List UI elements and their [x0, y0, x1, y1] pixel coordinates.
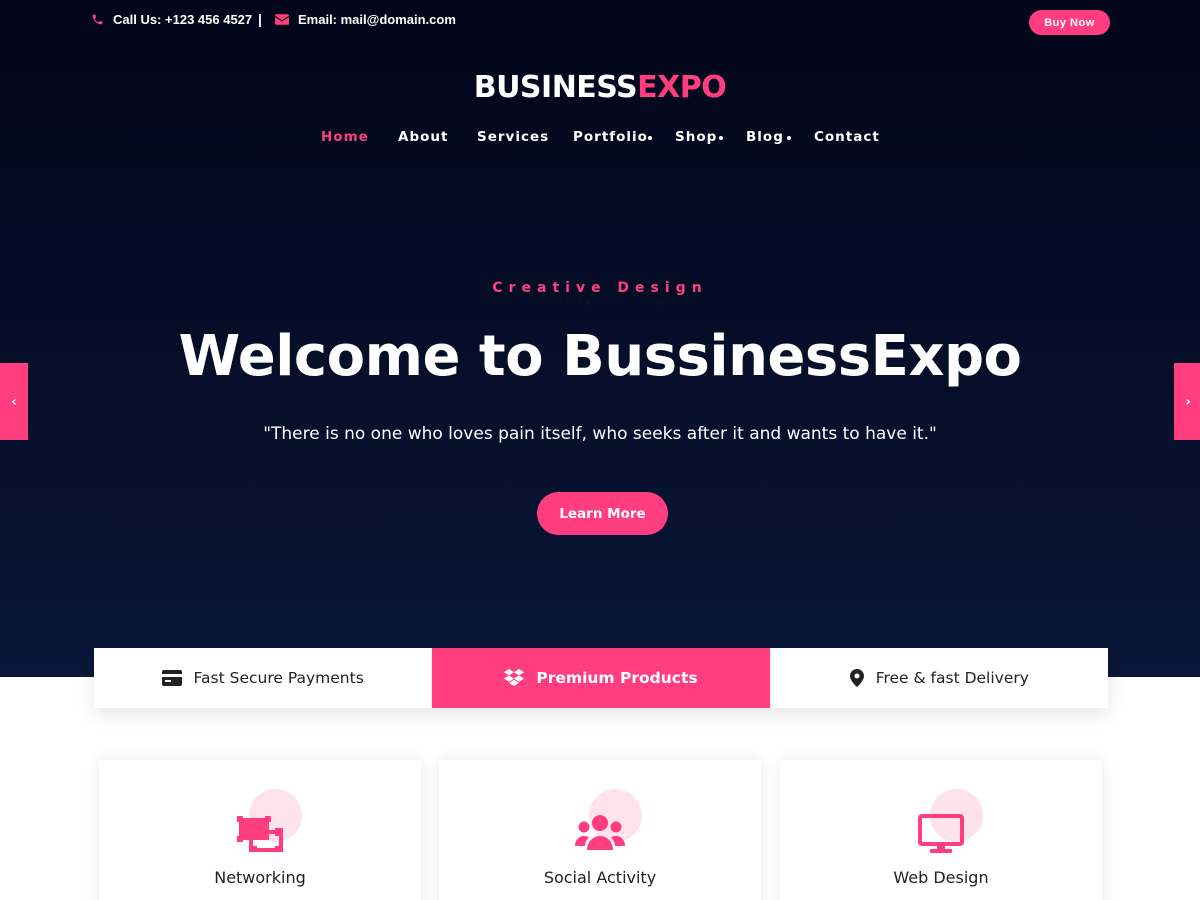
nav-item-services[interactable]: Services	[477, 129, 549, 145]
shop-submenu-indicator[interactable]	[719, 136, 723, 140]
nav-item-contact[interactable]: Contact	[814, 129, 880, 145]
service-title: Networking	[214, 868, 306, 887]
feature-premium-products[interactable]: Premium Products	[432, 648, 771, 708]
feature-free-fast-delivery[interactable]: Free & fast Delivery	[770, 648, 1108, 708]
service-title: Web Design	[893, 868, 989, 887]
icon-container	[99, 814, 421, 852]
phone-icon	[92, 14, 103, 25]
nav-item-blog[interactable]: Blog	[746, 129, 784, 145]
envelope-icon	[275, 14, 289, 25]
feature-label: Premium Products	[536, 669, 698, 687]
slider-prev-button[interactable]: ‹	[0, 363, 28, 440]
nav-item-about[interactable]: About	[398, 129, 448, 145]
contact-separator: |	[258, 11, 262, 27]
nav-item-shop[interactable]: Shop	[675, 129, 717, 145]
icon-container	[439, 814, 761, 850]
hero-subtitle: Creative Design	[492, 280, 708, 296]
nav-item-portfolio[interactable]: Portfolio	[573, 129, 648, 145]
main-nav: Home About Services Portfolio Shop Blog …	[0, 129, 1200, 149]
phone-contact[interactable]: Call Us: +123 456 4527	[91, 12, 252, 27]
chevron-right-icon: ›	[1185, 393, 1191, 410]
services-section: Networking Social Activity Web Design	[0, 760, 1200, 900]
hero-title: Welcome to BussinessExpo	[178, 324, 1022, 389]
chevron-left-icon: ‹	[11, 393, 17, 410]
logo-text-business: BUSINESS	[473, 70, 638, 105]
slider-next-button[interactable]: ›	[1174, 363, 1200, 440]
dropbox-icon	[504, 669, 525, 686]
email-text: Email: mail@domain.com	[298, 12, 456, 27]
users-icon	[575, 815, 625, 850]
feature-label: Free & fast Delivery	[875, 669, 1029, 687]
site-logo[interactable]: BUSINESSEXPO	[0, 70, 1200, 105]
feature-fast-secure-payments[interactable]: Fast Secure Payments	[94, 648, 433, 708]
map-marker-icon	[849, 669, 864, 687]
nav-item-home[interactable]: Home	[321, 129, 369, 145]
top-bar: Call Us: +123 456 4527 | Email: mail@dom…	[0, 0, 1200, 44]
service-card-networking[interactable]: Networking	[99, 760, 421, 900]
learn-more-button[interactable]: Learn More	[537, 492, 668, 535]
service-card-social-activity[interactable]: Social Activity	[439, 760, 761, 900]
portfolio-submenu-indicator[interactable]	[648, 136, 652, 140]
hero-section: Call Us: +123 456 4527 | Email: mail@dom…	[0, 0, 1200, 677]
network-icon	[237, 816, 283, 852]
monitor-icon	[918, 814, 964, 853]
hero-quote: "There is no one who loves pain itself, …	[263, 424, 937, 444]
credit-card-icon	[161, 670, 182, 686]
feature-label: Fast Secure Payments	[193, 669, 364, 687]
service-card-web-design[interactable]: Web Design	[780, 760, 1102, 900]
buy-now-button[interactable]: Buy Now	[1029, 10, 1110, 35]
email-contact[interactable]: Email: mail@domain.com	[275, 12, 456, 27]
blog-submenu-indicator[interactable]	[787, 136, 791, 140]
service-title: Social Activity	[543, 868, 657, 887]
phone-text: Call Us: +123 456 4527	[113, 12, 253, 27]
logo-text-expo: EXPO	[637, 70, 727, 105]
icon-container	[780, 814, 1102, 854]
feature-strip: Fast Secure Payments Premium Products Fr…	[94, 648, 1108, 708]
